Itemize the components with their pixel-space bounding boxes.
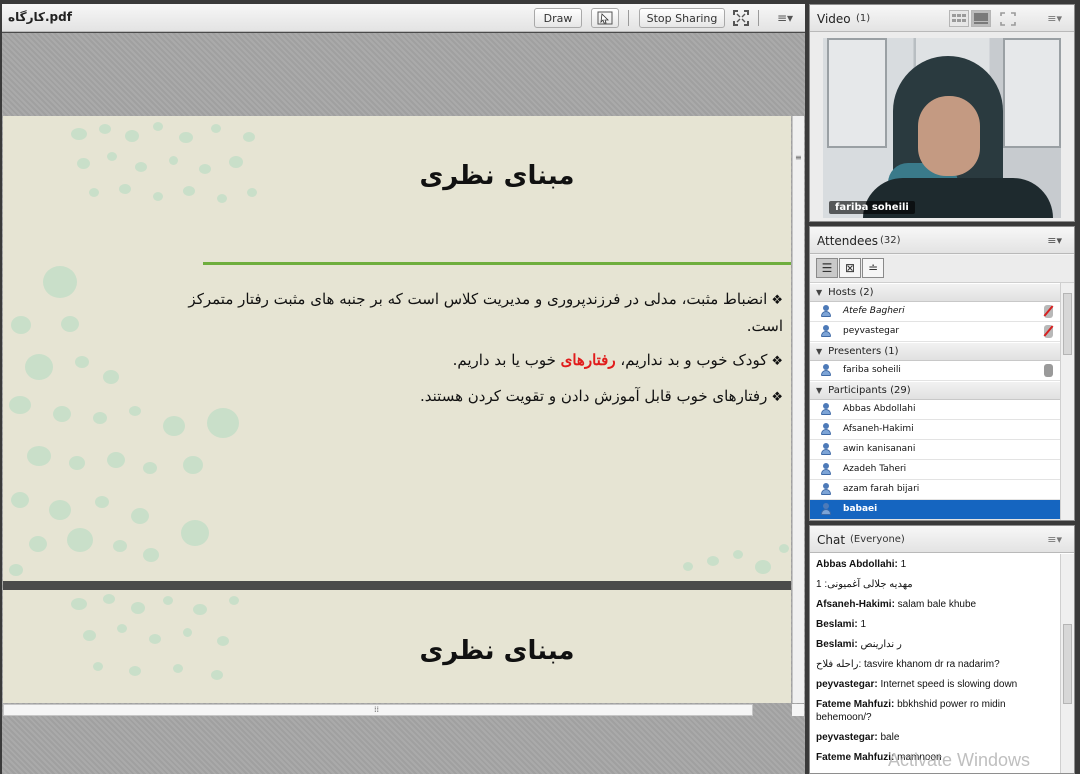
chat-message: Abbas Abdollahi: 1 [816,559,907,570]
video-menu-icon[interactable]: ≡▾ [1047,12,1062,25]
activation-watermark: Activate Windows [888,750,1031,770]
attendees-menu-icon[interactable]: ≡▾ [1047,234,1062,247]
status-view-button[interactable]: ≐ [862,258,884,278]
chat-scrollbar[interactable] [1060,554,1074,773]
grid-icon [952,14,966,22]
fullscreen-icon[interactable] [733,10,749,29]
person-icon [820,503,832,516]
chat-message: Beslami: 1 [816,619,867,630]
attendees-pod-title: Attendees [817,234,879,248]
chat-message: peyvastegar: Internet speed is slowing d… [816,679,1018,690]
share-pod: کارگاه.pdf Draw Stop Sharing ≡▾ مبنای نظ… [2,4,805,774]
person-icon [820,423,832,436]
bullet-diamond-icon: ❖ [771,354,783,369]
single-layout-button[interactable] [971,10,991,27]
slide-bullet-2: ❖کودک خوب و بد نداریم، رفتارهای خوب یا ب… [452,351,783,369]
attendee-row[interactable]: Atefe Bagheri [810,302,1061,322]
chat-menu-icon[interactable]: ≡▾ [1047,533,1062,546]
chat-message: Afsaneh-Hakimi: salam bale khube [816,599,977,610]
bullet-diamond-icon: ❖ [771,390,783,405]
attendee-row[interactable]: peyvastegar [810,322,1061,342]
attendee-view-bar: ☰ ⊠ ≐ [810,255,1074,283]
filmstrip-icon [974,13,988,24]
attendees-count: (32) [880,235,901,246]
presenter-icon [820,364,832,377]
mic-active-icon [1044,364,1053,377]
person-icon [820,483,832,496]
section-participants[interactable]: ▼ Participants (29) [810,381,1061,400]
section-hosts[interactable]: ▼ Hosts (2) [810,283,1061,302]
share-vertical-scrollbar[interactable]: ≡ [792,116,804,703]
slide-title: مبنای نظری [419,161,575,191]
person-icon [820,463,832,476]
slide-bullet-3: ❖رفتارهای خوب قابل آموزش دادن و تقویت کر… [420,387,783,405]
mic-muted-icon [1044,325,1053,338]
chat-message: peyvastegar: bale [816,732,900,743]
slide-title-2: مبنای نظری [419,636,575,666]
person-icon [820,325,832,338]
chat-message: مهدیه جلالی آغمیونی: 1 [816,579,913,590]
pointer-button[interactable] [591,8,619,28]
bullet-diamond-icon: ❖ [771,293,783,308]
breakout-view-button[interactable]: ⊠ [839,258,861,278]
share-stage: مبنای نظری ❖انضباط مثبت، مدلی در فرزندپر… [2,33,805,774]
attendee-row[interactable]: Abbas Abdollahi [810,400,1061,420]
video-count: (1) [856,13,871,24]
pointer-icon [597,11,613,25]
breakout-icon: ⊠ [844,261,856,275]
attendee-row[interactable]: azam farah bijari [810,480,1061,500]
chat-scope: (Everyone) [850,534,905,545]
video-participant-name: fariba soheili [829,201,915,214]
share-menu-icon[interactable]: ≡▾ [777,11,793,25]
attendee-row-selected[interactable]: babaei [810,500,1061,520]
list-icon: ☰ [821,261,833,275]
chat-message: Fateme Mahfuzi: bbkhshid power ro midin … [816,699,1006,723]
slide-page-1: مبنای نظری ❖انضباط مثبت، مدلی در فرزندپر… [3,116,791,581]
slide-separator [3,581,791,590]
chat-message-list: Abbas Abdollahi: 1 مهدیه جلالی آغمیونی: … [810,554,1061,773]
attendee-row[interactable]: Azadeh Taheri [810,460,1061,480]
stop-sharing-button[interactable]: Stop Sharing [639,8,725,28]
attendee-scrollbar[interactable] [1060,283,1074,520]
person-icon [820,443,832,456]
share-pod-header: کارگاه.pdf Draw Stop Sharing ≡▾ [2,4,805,32]
video-pod-title: Video [817,12,851,26]
attendee-list: ▼ Hosts (2) Atefe Bagheri peyvastegar ▼ Pr… [810,283,1061,520]
video-pod: Video (1) ≡▾ fariba soheili [809,4,1075,222]
video-fullscreen-icon[interactable] [1000,12,1016,29]
slide-divider [203,262,791,265]
person-icon [820,403,832,416]
grid-layout-button[interactable] [949,10,969,27]
list-view-button[interactable]: ☰ [816,258,838,278]
slide-page-2: مبنای نظری [3,590,791,703]
chat-message: راحله فلاح: tasvire khanom dr ra nadarim… [816,659,1000,670]
draw-button[interactable]: Draw [534,8,582,28]
slide-bullet-1-cont: است. [746,317,783,335]
chat-message: Beslami: ر ندارینص [816,639,902,650]
status-icon: ≐ [867,261,879,275]
share-horizontal-scrollbar[interactable]: ⁞⁞ [3,704,753,716]
attendees-pod: Attendees (32) ≡▾ ☰ ⊠ ≐ ▼ Hosts (2) Atefe… [809,226,1075,521]
attendee-row[interactable]: awin kanisanani [810,440,1061,460]
attendee-row[interactable]: Afsaneh-Hakimi [810,420,1061,440]
section-presenters[interactable]: ▼ Presenters (1) [810,342,1061,361]
chat-pod: Chat (Everyone) ≡▾ Abbas Abdollahi: 1 مه… [809,525,1075,774]
mic-muted-icon [1044,305,1053,318]
attendee-row[interactable]: fariba soheili [810,361,1061,381]
video-feed: fariba soheili [823,38,1061,218]
person-icon [820,305,832,318]
chat-pod-title: Chat [817,533,846,547]
document-title: کارگاه.pdf [8,10,72,24]
